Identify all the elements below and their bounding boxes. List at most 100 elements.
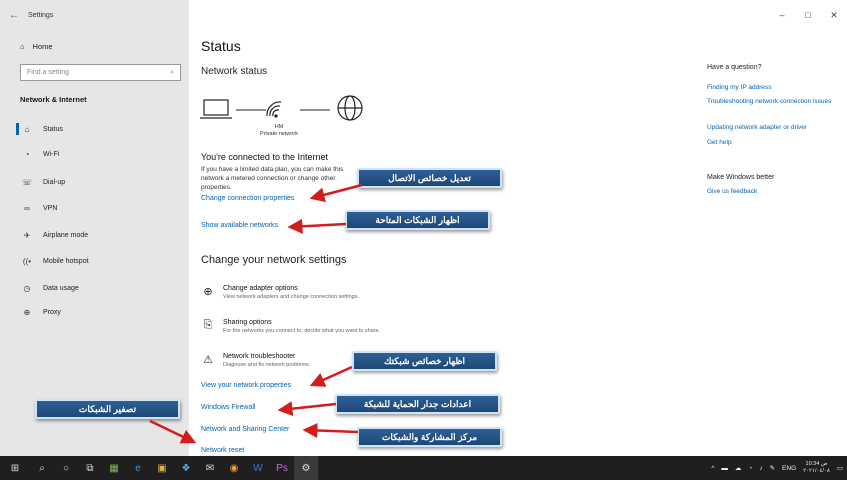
settings-window: ← Settings ⌂ Home Find a setting ⌕ Netwo… [0, 0, 847, 456]
help-link-get-help[interactable]: Get help [707, 139, 835, 147]
start-windows-icon[interactable]: ⊞ [0, 456, 30, 480]
volume-icon[interactable]: ♪ [759, 465, 762, 472]
status-icon: ⌂ [24, 124, 30, 134]
sidebar-item-hotspot[interactable]: ((• Mobile hotspot [16, 252, 188, 270]
option-title: Network troubleshooter [223, 353, 296, 360]
show-available-networks-link[interactable]: Show available networks [201, 222, 278, 229]
help-link-adapter[interactable]: Updating network adapter or driver [707, 124, 835, 132]
home-label: Home [32, 42, 53, 51]
search-input[interactable]: Find a setting ⌕ [20, 64, 181, 81]
language-indicator[interactable]: ENG [782, 465, 796, 472]
network-name: HM [274, 124, 284, 130]
search-icon: ⌕ [170, 68, 174, 76]
option-desc: Diagnose and fix network problems. [223, 362, 311, 368]
pen-icon[interactable]: ✎ [770, 464, 775, 472]
sidebar-item-status[interactable]: ⌂ Status [16, 120, 188, 138]
chevron-up-icon[interactable]: ^ [711, 465, 714, 472]
sidebar-item-label: VPN [43, 204, 58, 212]
connection-status-text: You're connected to the Internet [201, 152, 328, 162]
notifications-icon[interactable]: ▭ [837, 464, 843, 472]
phone-icon: ☏ [21, 177, 32, 187]
feedback-link[interactable]: Give us feedback [707, 188, 835, 196]
minimize-button[interactable]: – [769, 10, 795, 20]
search-placeholder: Find a setting [27, 69, 70, 76]
option-title: Change adapter options [223, 285, 298, 292]
window-title: Settings [28, 11, 54, 19]
arrow-available-networks [287, 218, 347, 234]
arrow-firewall [277, 401, 337, 417]
word-icon[interactable]: W [246, 456, 270, 480]
change-settings-heading: Change your network settings [201, 254, 347, 266]
sidebar-item-label: Data usage [43, 284, 79, 292]
sidebar-item-label: Wi-Fi [43, 150, 60, 158]
cloud-icon[interactable]: ☁ [735, 464, 742, 472]
network-troubleshooter-item[interactable]: ⚠ Network troubleshooter Diagnose and fi… [201, 353, 310, 368]
app-icon[interactable]: ❖ [174, 456, 198, 480]
network-sharing-center-link[interactable]: Network and Sharing Center [201, 426, 289, 433]
help-link-troubleshoot[interactable]: Troubleshooting network connection issue… [707, 98, 835, 106]
sidebar-item-wifi[interactable]: ◔ Wi-Fi [16, 145, 188, 163]
vpn-icon: ∞ [24, 203, 30, 213]
photoshop-icon[interactable]: Ps [270, 456, 294, 480]
wifi-icon[interactable]: ◔ [748, 465, 752, 472]
edge-icon[interactable]: e [126, 456, 150, 480]
wifi-icon: ◔ [24, 149, 30, 159]
callout-available-networks: اظهار الشبكات المتاحة [345, 210, 490, 230]
back-arrow-icon[interactable]: ← [0, 0, 28, 30]
mail-icon[interactable]: ✉ [198, 456, 222, 480]
help-link-ip[interactable]: Finding my IP address [707, 84, 835, 92]
network-label: HM Private network [254, 124, 304, 138]
windows-firewall-link[interactable]: Windows Firewall [201, 404, 255, 411]
sidebar-item-airplane[interactable]: ✈ Airplane mode [16, 226, 188, 244]
callout-sharing-center: مركز المشاركة والشبكات [357, 427, 502, 447]
globe-icon [337, 95, 363, 121]
sharing-options-item[interactable]: ⎘ Sharing options For the networks you c… [201, 319, 381, 334]
home-icon: ⌂ [20, 42, 25, 51]
arrow-sharing-center [302, 422, 359, 438]
clock-time: 10:34 ص [805, 461, 828, 467]
sidebar-item-data-usage[interactable]: ◷ Data usage [16, 279, 188, 297]
sidebar-item-home[interactable]: ⌂ Home [20, 42, 53, 51]
search-icon[interactable]: ⌕ [30, 456, 54, 480]
chrome-icon[interactable]: ◉ [222, 456, 246, 480]
section-heading: Network & Internet [20, 95, 87, 104]
taskbar: ⊞ ⌕ ○ ⧉ ▦ e ▣ ❖ ✉ ◉ W Ps ⚙ ^ ▬ ☁ ◔ ♪ ✎ E… [0, 456, 847, 480]
sharing-icon: ⎘ [203, 319, 213, 331]
option-desc: For the networks you connect to, decide … [223, 328, 381, 334]
clock-date: ٢٠٢١/٠٤/٠٨ [803, 468, 830, 474]
hotspot-icon: ((• [22, 256, 32, 266]
system-tray: ^ ▬ ☁ ◔ ♪ ✎ ENG 10:34 ص ٢٠٢١/٠٤/٠٨ ▭ [711, 456, 843, 480]
view-network-properties-link[interactable]: View your network properties [201, 382, 291, 389]
network-status-heading: Network status [201, 66, 268, 77]
settings-gear-icon[interactable]: ⚙ [294, 456, 318, 480]
sidebar-item-label: Airplane mode [43, 231, 89, 239]
option-title: Sharing options [223, 319, 272, 326]
store-icon[interactable]: ▣ [150, 456, 174, 480]
adapter-icon: ⊕ [203, 286, 213, 298]
connection-description: If you have a limited data plan, you can… [201, 166, 344, 191]
option-desc: View network adapters and change connect… [223, 294, 359, 300]
sidebar-item-vpn[interactable]: ∞ VPN [16, 199, 188, 217]
adapter-options-item[interactable]: ⊕ Change adapter options View network ad… [201, 285, 359, 300]
laptop-icon [200, 99, 232, 119]
sidebar-item-dialup[interactable]: ☏ Dial-up [16, 173, 188, 191]
app-icon[interactable]: ▦ [102, 456, 126, 480]
network-reset-link[interactable]: Network reset [201, 447, 244, 454]
clock[interactable]: 10:34 ص ٢٠٢١/٠٤/٠٨ [803, 461, 830, 475]
sidebar-item-label: Status [43, 125, 63, 133]
change-connection-properties-link[interactable]: Change connection properties [201, 195, 294, 202]
feedback-heading: Make Windows better [707, 174, 775, 181]
callout-firewall: اعدادات جدار الحماية للشبكة [335, 394, 500, 414]
network-type: Private network [260, 131, 298, 137]
battery-icon[interactable]: ▬ [721, 465, 728, 472]
arrow-network-properties [309, 365, 353, 387]
wifi-signal-icon [266, 101, 282, 119]
data-usage-icon: ◷ [23, 283, 31, 293]
sidebar: ← Settings ⌂ Home Find a setting ⌕ Netwo… [0, 0, 189, 456]
maximize-button[interactable]: □ [795, 10, 821, 20]
task-view-icon[interactable]: ⧉ [78, 456, 102, 480]
callout-connection-properties: تعديل خصائص الاتصال [357, 168, 502, 188]
sidebar-item-proxy[interactable]: ⊕ Proxy [16, 303, 188, 321]
close-button[interactable]: ✕ [821, 10, 847, 21]
cortana-icon[interactable]: ○ [54, 456, 78, 480]
